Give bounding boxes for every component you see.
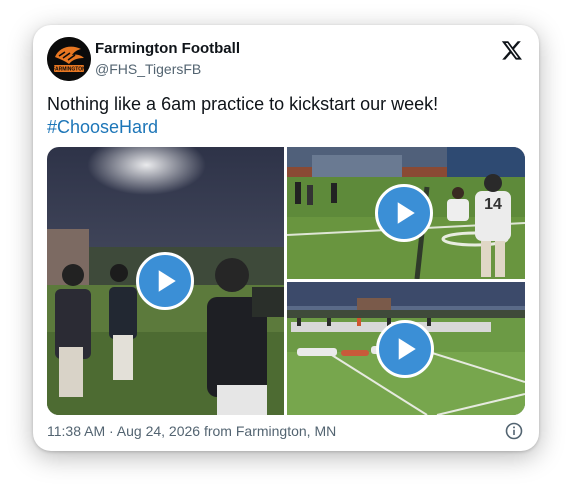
account-name[interactable]: Farmington Football — [95, 40, 240, 57]
info-icon[interactable] — [505, 422, 523, 440]
tweet-card: FARMINGTON Farmington Football @FHS_Tige… — [33, 25, 539, 451]
account-handle[interactable]: @FHS_TigersFB — [95, 61, 201, 77]
video-tile-3[interactable] — [287, 282, 525, 415]
play-button[interactable] — [136, 252, 194, 310]
profile-avatar[interactable]: FARMINGTON — [47, 37, 91, 81]
avatar-label: FARMINGTON — [52, 67, 86, 73]
play-button[interactable] — [375, 184, 433, 242]
video-tile-2[interactable]: 14 — [287, 147, 525, 279]
media-grid: 14 — [47, 147, 525, 415]
tiger-logo-icon: FARMINGTON — [47, 37, 91, 81]
play-icon — [397, 202, 415, 224]
tweet-body: Nothing like a 6am practice to kickstart… — [47, 94, 439, 114]
play-icon — [398, 338, 416, 360]
x-logo-icon[interactable] — [501, 39, 523, 61]
video-tile-1[interactable] — [47, 147, 284, 415]
hashtag-link[interactable]: #ChooseHard — [47, 117, 158, 137]
tweet-timestamp[interactable]: 11:38 AM · Aug 24, 2026 from Farmington,… — [47, 423, 336, 439]
play-icon — [158, 270, 176, 292]
tweet-text: Nothing like a 6am practice to kickstart… — [47, 93, 527, 139]
jersey-number: 14 — [484, 196, 502, 213]
play-button[interactable] — [376, 320, 434, 378]
